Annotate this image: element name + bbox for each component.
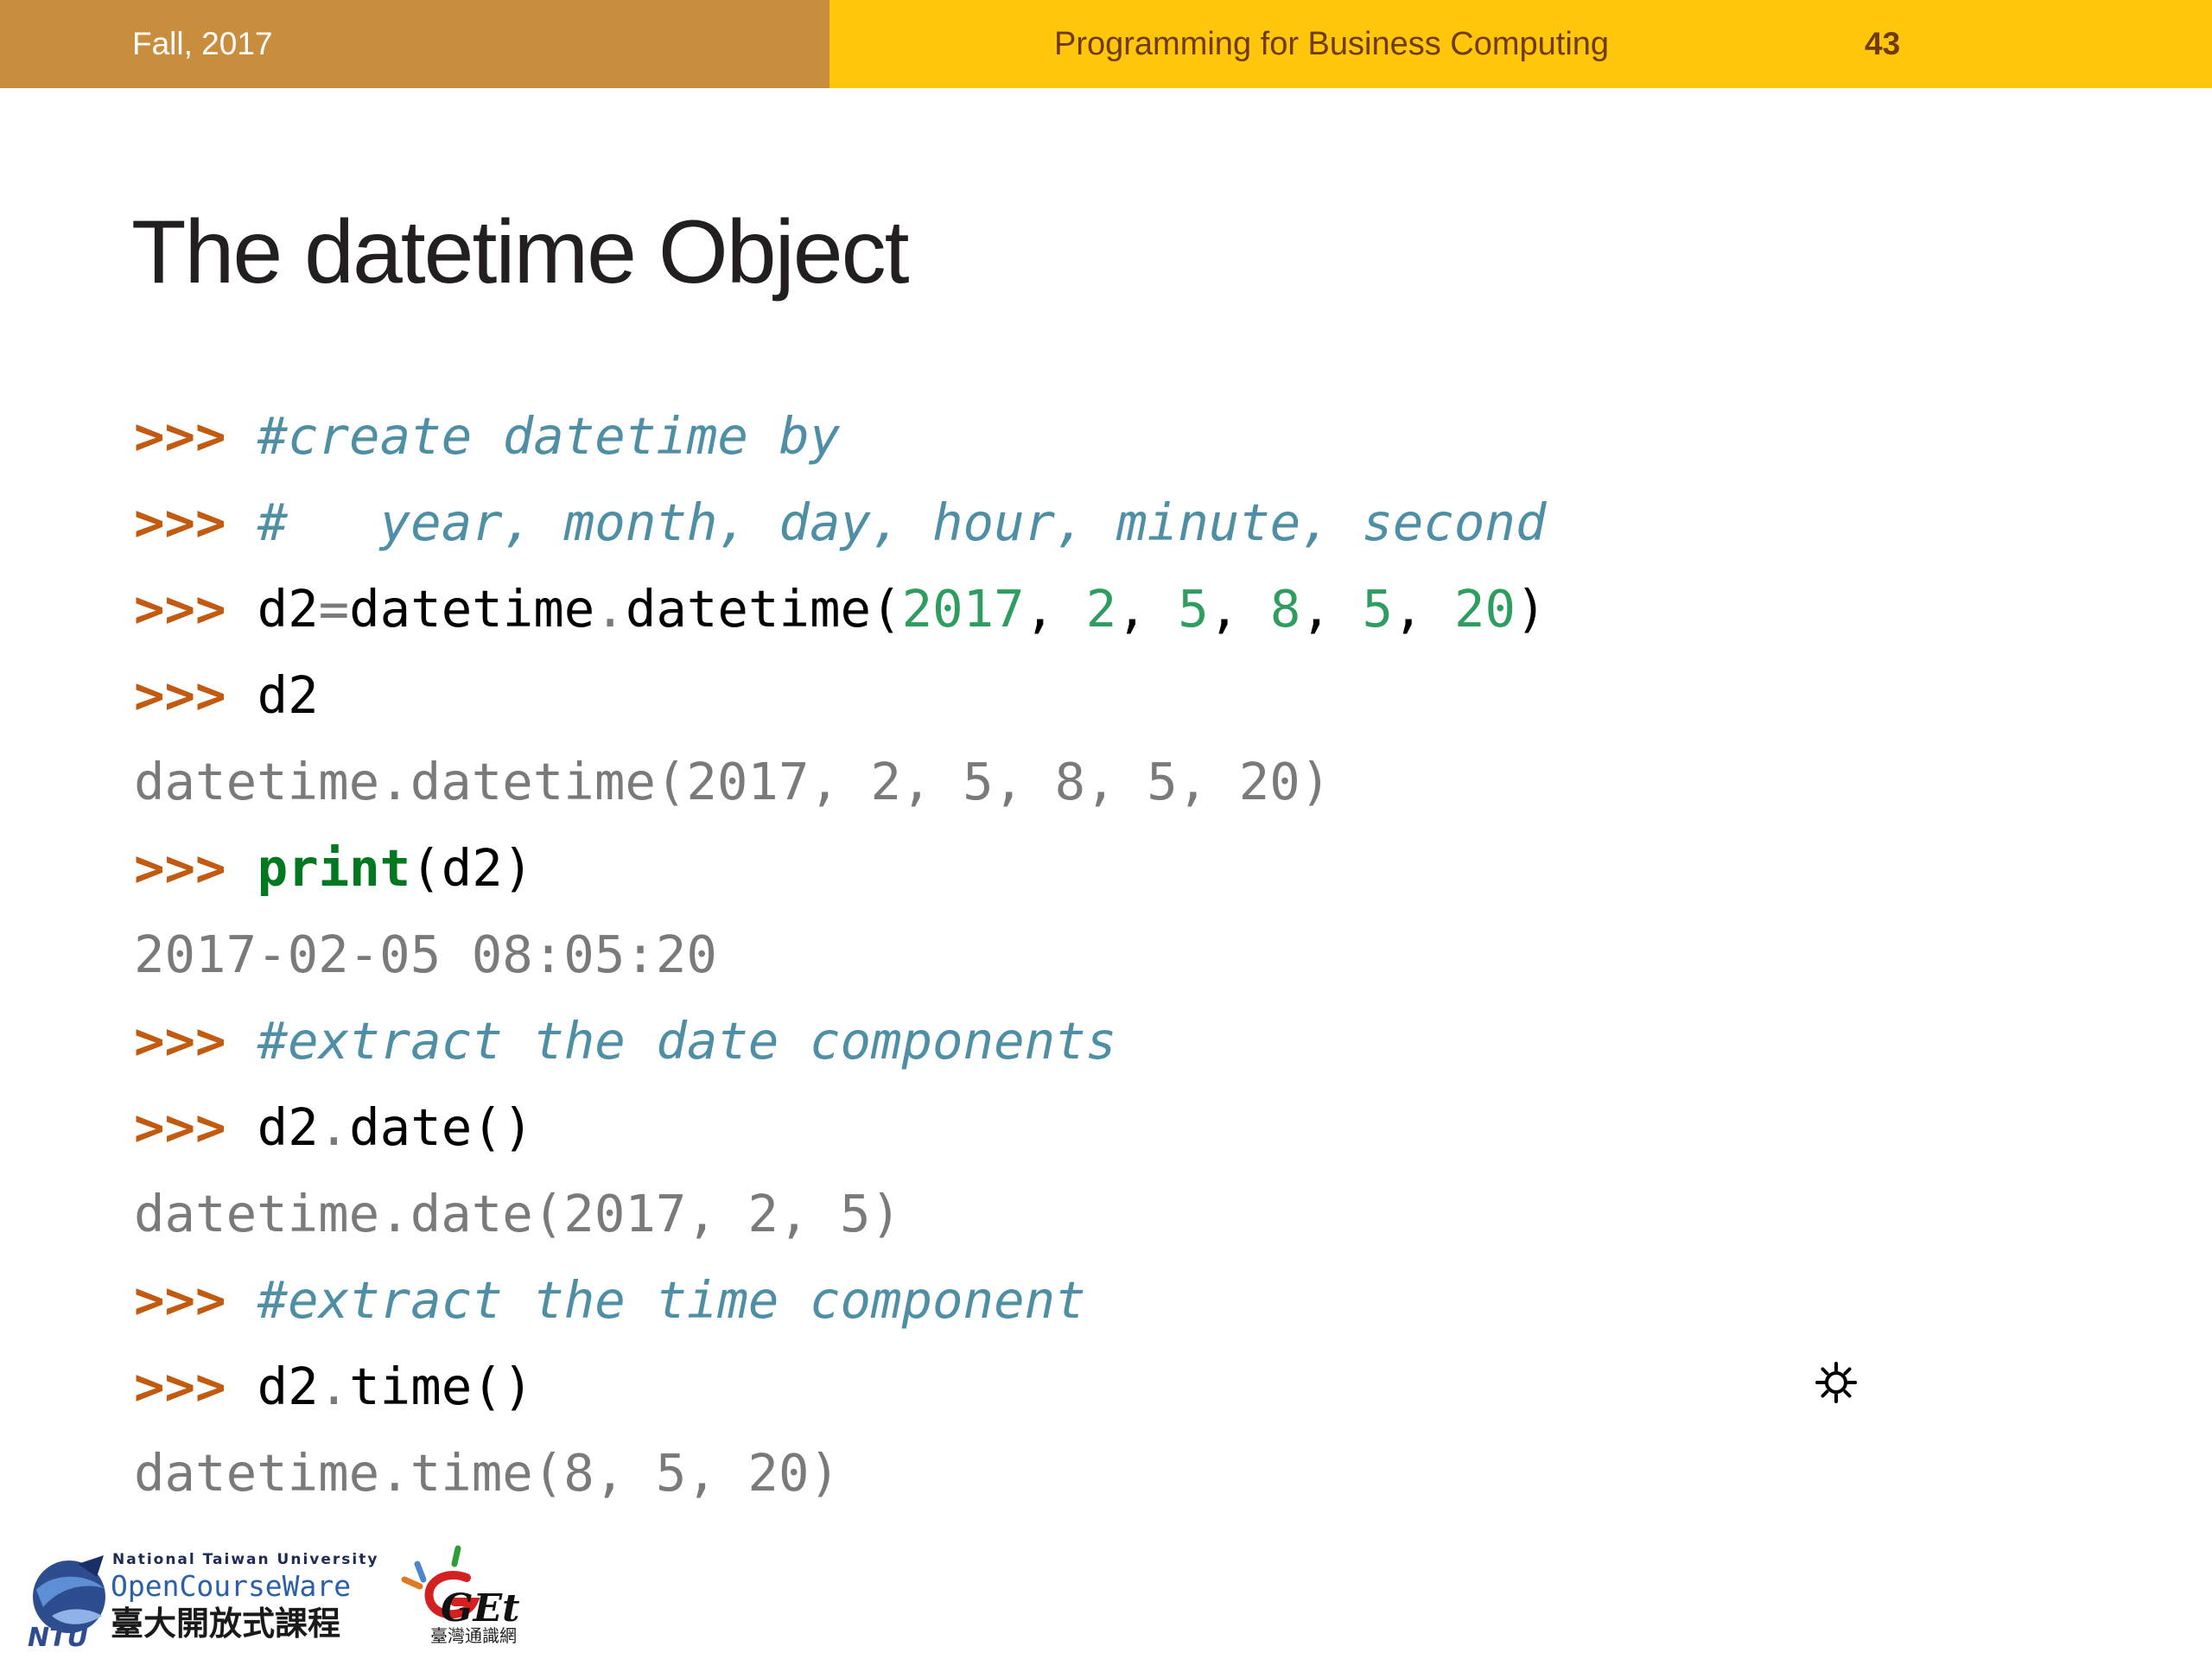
code-comment: #extract the date components [257, 1011, 1117, 1071]
code-number: 20 [1454, 579, 1516, 639]
code-number: 5 [1362, 579, 1393, 639]
code-identifier: d2 [257, 665, 319, 725]
page-number: 43 [1865, 26, 1901, 61]
code-line: >>> #create datetime by [134, 393, 1547, 480]
footer-logos: NTU National Taiwan University OpenCours… [28, 1545, 519, 1650]
prompt: >>> [134, 1011, 226, 1071]
prompt: >>> [134, 1097, 226, 1157]
get-logo-text: GEt [441, 1586, 519, 1630]
code-operator: . [318, 1097, 350, 1157]
code-identifier: d2 [257, 1357, 319, 1416]
code-number: 2017 [901, 579, 1025, 639]
slide-header: Fall, 2017 Programming for Business Comp… [0, 0, 2212, 88]
prompt: >>> [134, 1357, 226, 1416]
code-separator: , [1024, 579, 1086, 639]
code-paren: ) [1516, 579, 1547, 639]
code-args: (d2) [410, 838, 534, 898]
code-call: time() [349, 1357, 534, 1416]
prompt: >>> [134, 665, 226, 725]
prompt: >>> [134, 1270, 226, 1330]
ntu-globe-icon [33, 1555, 105, 1633]
code-separator: , [1300, 579, 1363, 639]
code-number: 8 [1269, 579, 1301, 639]
code-line: >>> # year, month, day, hour, minute, sec… [134, 480, 1547, 566]
code-number: 2 [1085, 579, 1117, 639]
header-left-band [0, 0, 830, 88]
prompt: >>> [134, 493, 226, 552]
code-output: datetime.date(2017, 2, 5) [134, 1184, 902, 1243]
code-operator: . [318, 1357, 350, 1416]
code-line: >>> d2=datetime.datetime(2017, 2, 5, 8, 5… [134, 566, 1547, 652]
code-paren: ( [871, 579, 902, 639]
code-line: >>> #extract the date components [134, 998, 1547, 1084]
code-call: date() [349, 1097, 534, 1157]
code-identifier: datetime [349, 579, 595, 639]
code-identifier: d2 [257, 1097, 319, 1157]
prompt: >>> [134, 406, 226, 466]
code-number: 5 [1178, 579, 1209, 639]
code-operator: . [594, 579, 626, 639]
prompt: >>> [134, 579, 226, 639]
term-label: Fall, 2017 [132, 26, 273, 61]
code-output: datetime.datetime(2017, 2, 5, 8, 5, 20) [134, 752, 1332, 811]
get-caption: 臺灣通識網 [430, 1625, 517, 1646]
ntu-ocw: OpenCourseWare [111, 1569, 351, 1603]
code-output: datetime.time(8, 5, 20) [134, 1443, 840, 1503]
code-output: 2017-02-05 08:05:20 [134, 925, 717, 984]
ntu-mark: NTU [28, 1623, 88, 1650]
code-identifier: d2 [257, 579, 319, 639]
code-keyword: print [257, 838, 411, 898]
code-line: >>> print(d2) [134, 825, 1547, 912]
code-block: >>> #create datetime by >>> # year, month,… [134, 393, 1547, 1516]
prompt: >>> [134, 838, 226, 898]
code-comment: #extract the time component [257, 1270, 1086, 1330]
ntu-name: National Taiwan University [112, 1551, 378, 1568]
slide-title: The datetime Object [131, 202, 909, 302]
code-comment: # year, month, day, hour, minute, second [257, 493, 1547, 552]
code-line: >>> d2.time() [134, 1344, 1547, 1430]
sun-gear-icon [1815, 1362, 1857, 1403]
code-separator: , [1116, 579, 1179, 639]
code-line: >>> d2 [134, 652, 1547, 739]
code-separator: , [1208, 579, 1270, 639]
code-separator: , [1392, 579, 1455, 639]
course-title: Programming for Business Computing [1054, 26, 1610, 62]
code-operator: = [318, 579, 350, 639]
code-identifier: datetime [625, 579, 872, 639]
code-comment: #create datetime by [257, 406, 841, 466]
ntu-ocw-chinese: 臺大開放式課程 [111, 1604, 340, 1643]
code-line: >>> d2.date() [134, 1084, 1547, 1171]
code-line: >>> #extract the time component [134, 1257, 1547, 1344]
